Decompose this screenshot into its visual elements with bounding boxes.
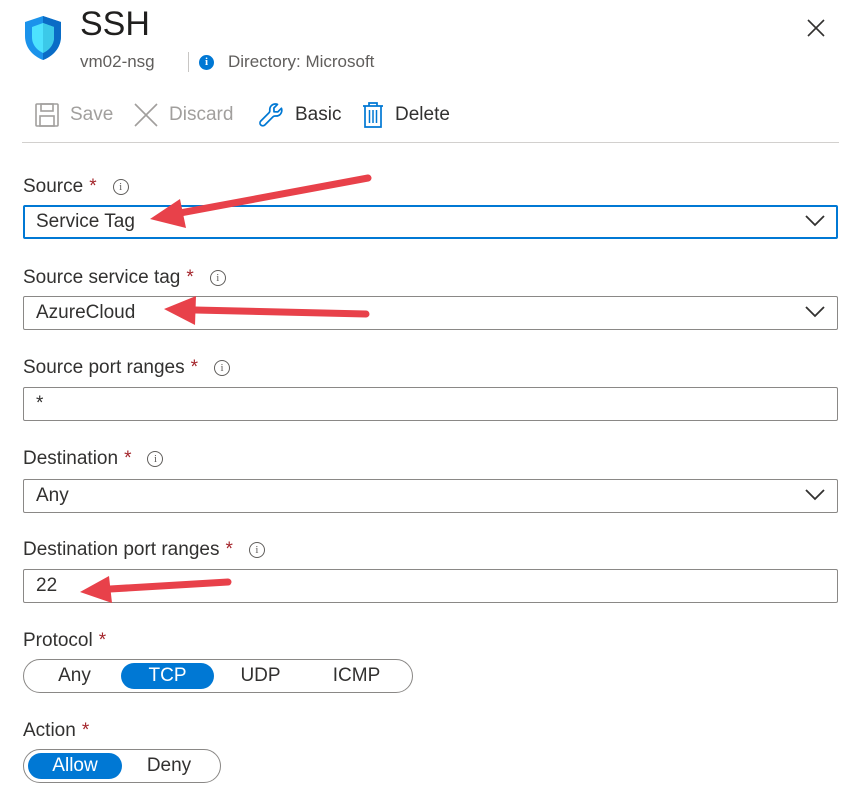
destination-label: Destination * i (23, 448, 164, 470)
close-icon[interactable] (800, 12, 832, 44)
protocol-toggle: Any TCP UDP ICMP (23, 659, 413, 693)
basic-button[interactable]: Basic (257, 100, 341, 130)
required-marker: * (98, 630, 107, 651)
source-port-ranges-label: Source port ranges * i (23, 357, 230, 379)
info-icon: i (199, 55, 214, 70)
resource-name: vm02-nsg (80, 52, 155, 71)
required-marker: * (225, 539, 233, 560)
source-dropdown[interactable]: Service Tag (23, 205, 838, 239)
required-marker: * (190, 357, 198, 378)
action-option-allow[interactable]: Allow (28, 753, 122, 779)
source-service-tag-value: AzureCloud (36, 302, 136, 323)
info-icon[interactable]: i (112, 179, 129, 195)
source-service-tag-label: Source service tag * i (23, 267, 226, 289)
protocol-option-udp[interactable]: UDP (214, 663, 307, 689)
info-icon[interactable]: i (214, 360, 230, 376)
info-icon[interactable]: i (248, 542, 265, 558)
chevron-down-icon (805, 215, 825, 227)
required-marker: * (124, 448, 132, 469)
save-icon (35, 103, 59, 127)
directory-label: Directory: Microsoft (228, 52, 375, 71)
source-service-tag-dropdown[interactable]: AzureCloud (23, 296, 838, 330)
protocol-option-any[interactable]: Any (28, 663, 121, 689)
delete-label: Delete (395, 104, 450, 125)
trash-icon (363, 102, 383, 128)
required-marker: * (186, 267, 194, 288)
discard-label: Discard (169, 104, 234, 125)
toolbar-divider (22, 142, 839, 143)
protocol-label: Protocol * (23, 630, 107, 651)
page-title: SSH (80, 5, 150, 43)
destination-port-ranges-input[interactable]: 22 (23, 569, 838, 603)
chevron-down-icon (805, 489, 825, 501)
source-value: Service Tag (36, 211, 135, 232)
info-icon[interactable]: i (209, 270, 226, 286)
destination-value: Any (36, 485, 69, 506)
action-option-deny[interactable]: Deny (122, 753, 216, 779)
source-label: Source * i (23, 176, 129, 198)
chevron-down-icon (805, 306, 825, 318)
save-label: Save (70, 104, 114, 125)
action-label: Action * (23, 720, 90, 741)
discard-button[interactable]: Discard (133, 100, 233, 130)
info-icon[interactable]: i (147, 451, 164, 467)
required-marker: * (81, 720, 90, 741)
discard-icon (134, 103, 158, 127)
source-port-ranges-input[interactable]: * (23, 387, 838, 421)
protocol-option-tcp[interactable]: TCP (121, 663, 214, 689)
subtitle-divider (188, 52, 189, 72)
protocol-option-icmp[interactable]: ICMP (307, 663, 406, 689)
save-button[interactable]: Save (34, 100, 113, 130)
wrench-icon (259, 103, 283, 127)
destination-dropdown[interactable]: Any (23, 479, 838, 513)
action-toggle: Allow Deny (23, 749, 221, 783)
destination-port-ranges-label: Destination port ranges * i (23, 539, 265, 561)
shield-icon (22, 14, 64, 62)
required-marker: * (89, 176, 97, 197)
basic-label: Basic (295, 104, 342, 125)
delete-button[interactable]: Delete (361, 100, 450, 130)
